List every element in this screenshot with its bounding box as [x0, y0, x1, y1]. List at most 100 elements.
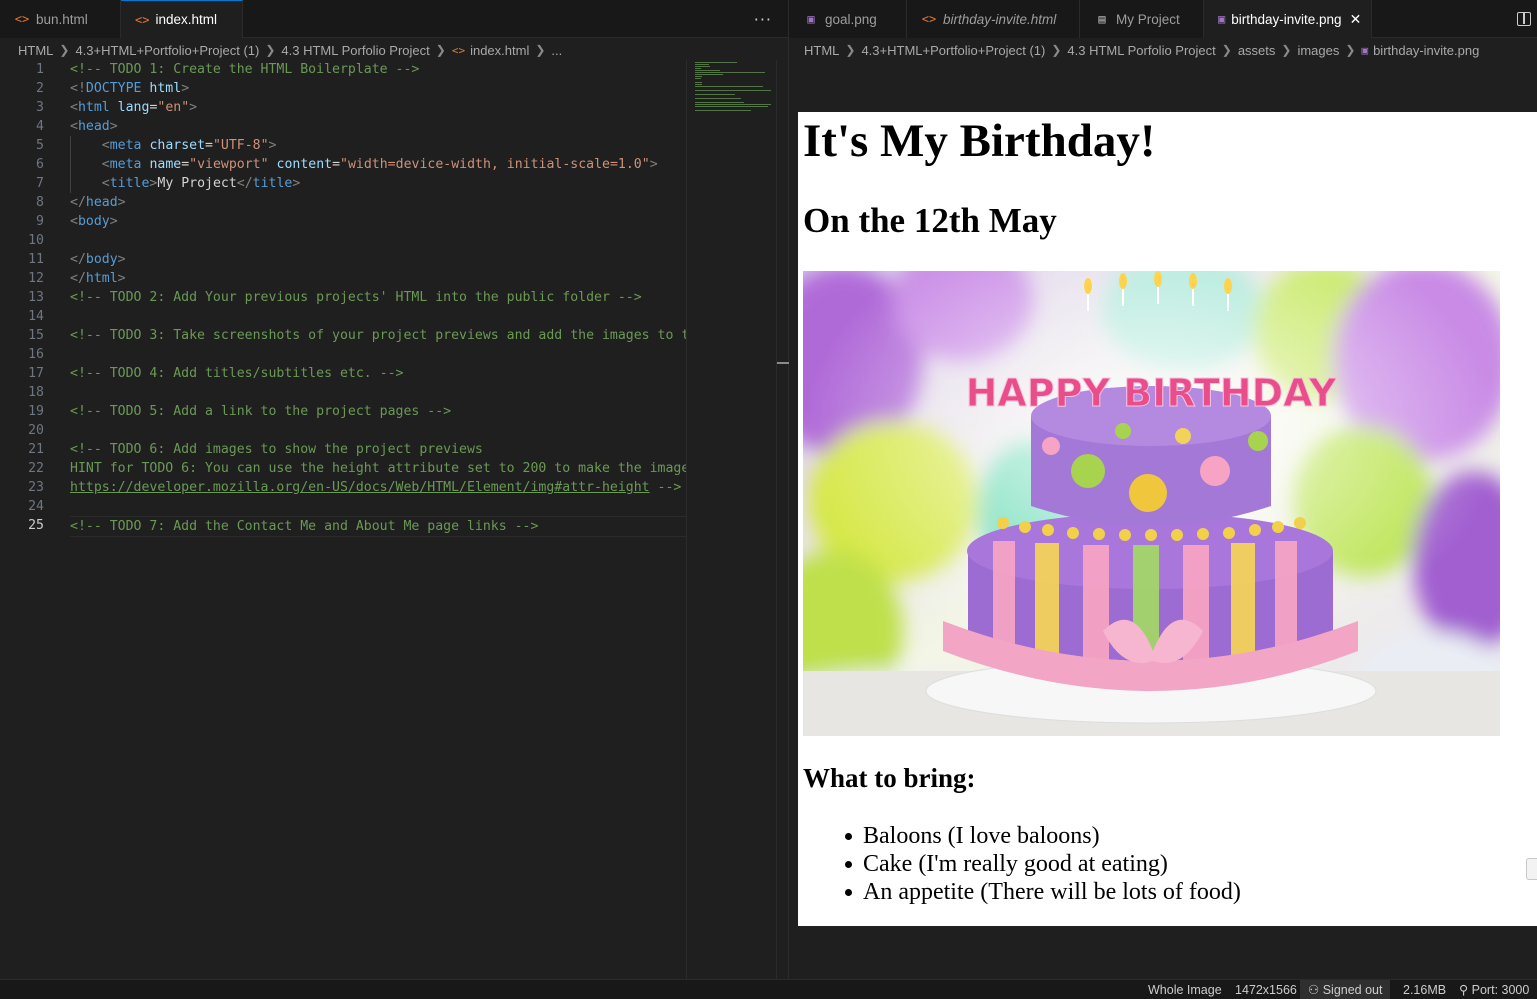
file-size: 2.16MB: [1403, 983, 1447, 997]
code-text: <!-- TODO 6: Add images to show the proj…: [70, 442, 483, 457]
invite-heading: It's My Birthday!: [803, 115, 1156, 167]
html-file-icon: <>: [451, 43, 466, 57]
scrollbar-thumb[interactable]: [777, 362, 789, 364]
vertical-scrollbar[interactable]: [776, 60, 789, 979]
broadcast-icon: ⚲: [1459, 983, 1469, 997]
breadcrumb-item[interactable]: assets: [1238, 43, 1276, 58]
breadcrumb-item[interactable]: index.html: [470, 43, 529, 58]
code-line[interactable]: 20: [0, 421, 686, 440]
code-line[interactable]: 9 <body>: [0, 212, 686, 231]
code-line[interactable]: 19 <!-- TODO 5: Add a link to the project…: [0, 402, 686, 421]
account-status[interactable]: ⚇ Signed out: [1300, 980, 1391, 999]
left-tab-bar: <> bun.html <> index.html: [0, 0, 788, 38]
image-preview[interactable]: It's My Birthday! On the 12th May HAPPY …: [798, 112, 1537, 926]
code-text: <meta name="viewport" content="width=dev…: [101, 157, 658, 172]
chevron-right-icon: ❯: [1051, 43, 1062, 57]
code-line[interactable]: 23 https://developer.mozilla.org/en-US/do…: [0, 478, 686, 497]
code-line[interactable]: 11 </body>: [0, 250, 686, 269]
minimap-line: [695, 106, 768, 107]
birthday-cake-image: HAPPY BIRTHDAY: [803, 271, 1500, 736]
line-number: 5: [36, 138, 44, 153]
tab-birthday-invite-html[interactable]: <> birthday-invite.html: [907, 0, 1080, 38]
code-line[interactable]: 12 </html>: [0, 269, 686, 288]
breadcrumb-item[interactable]: ...: [551, 43, 562, 58]
minimap-line: [695, 102, 744, 103]
split-editor-icon[interactable]: [1517, 12, 1531, 26]
line-number: 15: [28, 328, 44, 343]
tab-my-project[interactable]: ▤ My Project: [1080, 0, 1204, 38]
preview-edge-handle[interactable]: [1526, 858, 1537, 880]
minimap-line: [695, 76, 702, 77]
tab-index-html[interactable]: <> index.html: [121, 0, 243, 38]
minimap-line: [695, 94, 735, 95]
code-line[interactable]: 13 <!-- TODO 2: Add Your previous project…: [0, 288, 686, 307]
code-line[interactable]: 5 <meta charset="UTF-8">: [0, 136, 686, 155]
account-icon: ⚇: [1308, 983, 1320, 997]
image-dimensions: 1472x1566: [1235, 983, 1297, 997]
code-line[interactable]: 10: [0, 231, 686, 250]
minimap[interactable]: [686, 60, 776, 979]
line-number: 13: [28, 290, 44, 305]
breadcrumb-item[interactable]: HTML: [18, 43, 53, 58]
image-file-icon: ▣: [1218, 12, 1226, 26]
line-number: 24: [28, 499, 44, 514]
line-number: 4: [36, 119, 44, 134]
minimap-line: [695, 86, 763, 87]
code-line[interactable]: 21 <!-- TODO 6: Add images to show the pr…: [0, 440, 686, 459]
breadcrumb-item[interactable]: birthday-invite.png: [1373, 43, 1479, 58]
breadcrumb-item[interactable]: 4.3+HTML+Portfolio+Project (1): [861, 43, 1045, 58]
image-file-icon: ▣: [807, 12, 815, 26]
code-line[interactable]: 1 <!-- TODO 1: Create the HTML Boilerplat…: [0, 60, 686, 79]
code-line[interactable]: 6 <meta name="viewport" content="width=d…: [0, 155, 686, 174]
line-number: 23: [28, 480, 44, 495]
more-actions-button[interactable]: ···: [754, 10, 772, 29]
breadcrumb-item[interactable]: 4.3 HTML Porfolio Project: [281, 43, 429, 58]
code-line[interactable]: 18: [0, 383, 686, 402]
code-line[interactable]: 14: [0, 307, 686, 326]
code-line[interactable]: 7 <title>My Project</title>: [0, 174, 686, 193]
zoom-status[interactable]: Whole Image: [1140, 980, 1230, 999]
code-line[interactable]: 25 <!-- TODO 7: Add the Contact Me and Ab…: [0, 516, 686, 537]
line-number: 3: [36, 100, 44, 115]
code-text: <!-- TODO 1: Create the HTML Boilerplate…: [70, 62, 420, 77]
live-server-port[interactable]: ⚲ Port: 3000: [1451, 980, 1537, 999]
list-item: Cake (I'm really good at eating): [845, 850, 1241, 878]
tab-goal-png[interactable]: ▣ goal.png: [789, 0, 907, 38]
list-item: Baloons (I love baloons): [845, 822, 1241, 850]
code-line[interactable]: 16: [0, 345, 686, 364]
line-number: 10: [28, 233, 44, 248]
code-line[interactable]: 22 HINT for TODO 6: You can use the heigh…: [0, 459, 686, 478]
code-line[interactable]: 24: [0, 497, 686, 516]
code-line[interactable]: 17 <!-- TODO 4: Add titles/subtitles etc.…: [0, 364, 686, 383]
minimap-line: [695, 72, 765, 73]
line-number: 19: [28, 404, 44, 419]
tab-birthday-invite-png[interactable]: ▣ birthday-invite.png ✕: [1204, 0, 1372, 38]
breadcrumb-item[interactable]: 4.3+HTML+Portfolio+Project (1): [75, 43, 259, 58]
line-number: 9: [36, 214, 44, 229]
close-icon[interactable]: ✕: [1350, 11, 1362, 28]
line-number: 25: [28, 518, 44, 533]
minimap-line: [695, 68, 701, 69]
code-text: <html lang="en">: [70, 100, 198, 115]
status-bar: Whole Image 1472x1566 ⚇ Signed out 2.16M…: [0, 979, 1537, 999]
code-line[interactable]: 15 <!-- TODO 3: Take screenshots of your …: [0, 326, 686, 345]
code-text: https://developer.mozilla.org/en-US/docs…: [70, 480, 682, 495]
code-text: <!-- TODO 5: Add a link to the project p…: [70, 404, 452, 419]
code-editor[interactable]: 1 <!-- TODO 1: Create the HTML Boilerplat…: [0, 60, 686, 979]
minimap-line: [695, 104, 771, 105]
code-text: <!DOCTYPE html>: [70, 81, 190, 96]
code-line[interactable]: 2 <!DOCTYPE html>: [0, 79, 686, 98]
breadcrumb-item[interactable]: 4.3 HTML Porfolio Project: [1067, 43, 1215, 58]
line-number: 16: [28, 347, 44, 362]
line-number: 21: [28, 442, 44, 457]
code-line[interactable]: 4 <head>: [0, 117, 686, 136]
breadcrumb-item[interactable]: HTML: [804, 43, 839, 58]
tab-bun-html[interactable]: <> bun.html: [0, 0, 121, 38]
bring-list: Baloons (I love baloons) Cake (I'm reall…: [845, 822, 1241, 906]
breadcrumb-item[interactable]: images: [1297, 43, 1339, 58]
minimap-line: [695, 78, 701, 79]
code-line[interactable]: 8 </head>: [0, 193, 686, 212]
line-number: 17: [28, 366, 44, 381]
code-line[interactable]: 3 <html lang="en">: [0, 98, 686, 117]
code-text: <!-- TODO 4: Add titles/subtitles etc. -…: [70, 366, 404, 381]
